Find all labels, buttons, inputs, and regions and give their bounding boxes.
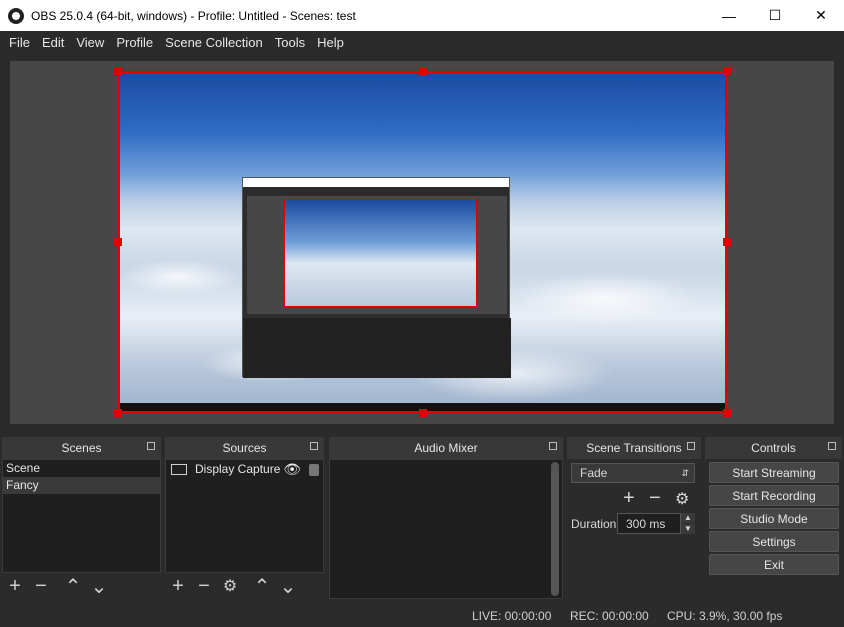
source-label: Display Capture <box>195 462 281 476</box>
minimize-button[interactable]: — <box>706 0 752 31</box>
monitor-icon <box>171 464 187 475</box>
list-item[interactable]: Fancy <box>3 477 160 494</box>
transition-select[interactable]: Fade ⇵ <box>571 463 695 483</box>
duration-step-down[interactable]: ▼ <box>681 524 695 534</box>
menu-bar: File Edit View Profile Scene Collection … <box>0 31 844 53</box>
live-status: LIVE: 00:00:00 <box>472 609 552 623</box>
add-scene-button[interactable]: + <box>2 573 28 599</box>
duration-step-up[interactable]: ▲ <box>681 513 695 523</box>
scenes-toolbar: + − ⌃ ⌄ <box>2 573 161 599</box>
menu-help[interactable]: Help <box>311 35 350 50</box>
transitions-dock-header: Scene Transitions <box>567 437 701 459</box>
scenes-title: Scenes <box>61 441 102 455</box>
move-down-button[interactable]: ⌄ <box>86 573 112 599</box>
resize-handle-br[interactable] <box>723 409 731 417</box>
move-up-button[interactable]: ⌃ <box>249 573 275 599</box>
move-down-button[interactable]: ⌄ <box>275 573 301 599</box>
settings-button[interactable]: Settings <box>709 531 839 552</box>
duration-spinbox[interactable]: 300 ms <box>617 513 681 534</box>
resize-handle-ml[interactable] <box>114 238 122 246</box>
mixer-title: Audio Mixer <box>414 441 478 455</box>
sources-title: Sources <box>222 441 267 455</box>
mixer-dock-header: Audio Mixer <box>329 437 563 459</box>
chevron-updown-icon: ⇵ <box>681 467 689 478</box>
scenes-list: Scene Fancy <box>2 459 161 573</box>
title-bar: OBS 25.0.4 (64-bit, windows) - Profile: … <box>0 0 844 31</box>
studio-mode-button[interactable]: Studio Mode <box>709 508 839 529</box>
obs-logo-icon <box>8 7 24 24</box>
transitions-panel: Fade ⇵ + − ⚙ Duration 300 ms ▲ ▼ <box>567 459 701 599</box>
audio-mixer-area <box>329 459 563 599</box>
duration-value: 300 ms <box>626 516 666 531</box>
list-item[interactable]: Scene <box>3 460 160 477</box>
move-up-button[interactable]: ⌃ <box>60 573 86 599</box>
add-transition-button[interactable]: + <box>623 487 635 510</box>
sources-list: Display Capture 👁 <box>165 459 324 573</box>
source-selection-box[interactable] <box>118 71 727 413</box>
controls-title: Controls <box>751 441 796 455</box>
remove-scene-button[interactable]: − <box>28 573 54 599</box>
transition-gear-icon[interactable]: ⚙ <box>675 489 689 509</box>
window-title: OBS 25.0.4 (64-bit, windows) - Profile: … <box>31 8 356 23</box>
remove-transition-button[interactable]: − <box>649 487 661 510</box>
lock-icon[interactable] <box>309 463 319 476</box>
resize-handle-tl[interactable] <box>114 67 122 75</box>
menu-edit[interactable]: Edit <box>36 35 70 50</box>
resize-handle-mr[interactable] <box>723 238 731 246</box>
rec-status: REC: 00:00:00 <box>570 609 649 623</box>
start-recording-button[interactable]: Start Recording <box>709 485 839 506</box>
cpu-status: CPU: 3.9%, 30.00 fps <box>667 609 783 623</box>
float-dock-icon[interactable] <box>147 442 155 450</box>
status-bar: LIVE: 00:00:00 REC: 00:00:00 CPU: 3.9%, … <box>0 603 844 627</box>
controls-dock-header: Controls <box>705 437 842 459</box>
duration-label: Duration <box>571 517 617 531</box>
resize-handle-tr[interactable] <box>723 67 731 75</box>
resize-handle-bm[interactable] <box>419 409 427 417</box>
exit-button[interactable]: Exit <box>709 554 839 575</box>
menu-file[interactable]: File <box>3 35 36 50</box>
start-streaming-button[interactable]: Start Streaming <box>709 462 839 483</box>
add-source-button[interactable]: + <box>165 573 191 599</box>
maximize-button[interactable]: ☐ <box>752 0 798 31</box>
mixer-scrollbar[interactable] <box>551 462 559 596</box>
eye-icon[interactable]: 👁 <box>283 461 301 478</box>
float-dock-icon[interactable] <box>549 442 557 450</box>
source-properties-gear-icon[interactable]: ⚙ <box>217 573 243 599</box>
sources-toolbar: + − ⚙ ⌃ ⌄ <box>165 573 324 599</box>
menu-view[interactable]: View <box>70 35 110 50</box>
menu-tools[interactable]: Tools <box>269 35 311 50</box>
remove-source-button[interactable]: − <box>191 573 217 599</box>
transitions-title: Scene Transitions <box>586 441 682 455</box>
menu-scene-collection[interactable]: Scene Collection <box>159 35 269 50</box>
float-dock-icon[interactable] <box>310 442 318 450</box>
resize-handle-bl[interactable] <box>114 409 122 417</box>
close-button[interactable]: ✕ <box>798 0 844 31</box>
menu-profile[interactable]: Profile <box>110 35 159 50</box>
scenes-dock-header: Scenes <box>2 437 161 459</box>
float-dock-icon[interactable] <box>687 442 695 450</box>
float-dock-icon[interactable] <box>828 442 836 450</box>
transition-selected: Fade <box>580 466 608 480</box>
sources-dock-header: Sources <box>165 437 324 459</box>
resize-handle-tm[interactable] <box>419 67 427 75</box>
list-item[interactable]: Display Capture 👁 <box>166 460 323 479</box>
